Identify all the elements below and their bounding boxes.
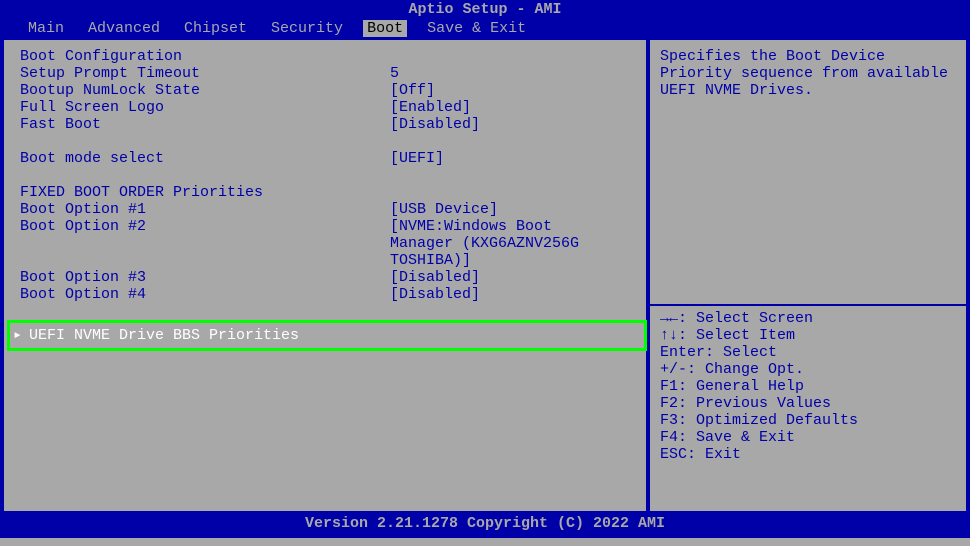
- config-row[interactable]: Fast Boot[Disabled]: [8, 116, 646, 133]
- key-hint: +/-: Change Opt.: [660, 361, 956, 378]
- key-hint: ESC: Exit: [660, 446, 956, 463]
- config-row[interactable]: Bootup NumLock State[Off]: [8, 82, 646, 99]
- config-value: 5: [390, 65, 634, 82]
- submenu-uefi-nvme-bbs[interactable]: ▸UEFI NVME Drive BBS Priorities: [7, 320, 647, 351]
- key-hint: F4: Save & Exit: [660, 429, 956, 446]
- left-panel: Boot ConfigurationSetup Prompt Timeout5B…: [0, 40, 648, 511]
- config-row: TOSHIBA)]: [8, 252, 646, 269]
- config-value: [Off]: [390, 82, 634, 99]
- key-hints: →←: Select Screen↑↓: Select ItemEnter: S…: [660, 302, 956, 463]
- key-hint: F1: General Help: [660, 378, 956, 395]
- config-label: Boot mode select: [20, 150, 390, 167]
- config-row[interactable]: Full Screen Logo[Enabled]: [8, 99, 646, 116]
- blank-row: [8, 303, 646, 320]
- help-text: Specifies the Boot Device Priority seque…: [660, 48, 956, 99]
- config-value: [UEFI]: [390, 150, 634, 167]
- config-label: Full Screen Logo: [20, 99, 390, 116]
- submenu-arrow-icon: ▸: [13, 327, 25, 344]
- menu-tab-chipset[interactable]: Chipset: [180, 20, 251, 37]
- config-value: [USB Device]: [390, 201, 634, 218]
- bios-root: Aptio Setup - AMI Main Advanced Chipset Sec…: [0, 0, 970, 546]
- footer-bar: Version 2.21.1278 Copyright (C) 2022 AMI: [0, 513, 970, 538]
- config-label: Fast Boot: [20, 116, 390, 133]
- menu-tab-boot[interactable]: Boot: [363, 20, 407, 37]
- key-hint: Enter: Select: [660, 344, 956, 361]
- section-header: FIXED BOOT ORDER Priorities: [8, 184, 646, 201]
- title-text: Aptio Setup - AMI: [408, 1, 561, 18]
- blank-row: [8, 133, 646, 150]
- key-hint: F2: Previous Values: [660, 395, 956, 412]
- help-divider: [650, 304, 966, 306]
- title-bar: Aptio Setup - AMI: [0, 0, 970, 19]
- config-label: Setup Prompt Timeout: [20, 65, 390, 82]
- config-label: [20, 235, 390, 252]
- config-row[interactable]: Boot Option #4[Disabled]: [8, 286, 646, 303]
- menu-tab-security[interactable]: Security: [267, 20, 347, 37]
- section-header: Boot Configuration: [8, 48, 646, 65]
- config-label: Boot Option #1: [20, 201, 390, 218]
- config-value: [Enabled]: [390, 99, 634, 116]
- footer-text: Version 2.21.1278 Copyright (C) 2022 AMI: [305, 515, 665, 532]
- config-label: Boot Option #2: [20, 218, 390, 235]
- config-row[interactable]: Boot Option #2[NVME:Windows Boot: [8, 218, 646, 235]
- config-label: Boot Option #3: [20, 269, 390, 286]
- config-value: [Disabled]: [390, 286, 634, 303]
- config-label: Boot Option #4: [20, 286, 390, 303]
- config-row: Manager (KXG6AZNV256G: [8, 235, 646, 252]
- main-area: Boot ConfigurationSetup Prompt Timeout5B…: [0, 38, 970, 513]
- key-hint: →←: Select Screen: [660, 310, 956, 327]
- menu-tab-main[interactable]: Main: [24, 20, 68, 37]
- key-hint: ↑↓: Select Item: [660, 327, 956, 344]
- submenu-label: UEFI NVME Drive BBS Priorities: [29, 327, 299, 344]
- config-row[interactable]: Boot mode select[UEFI]: [8, 150, 646, 167]
- right-panel: Specifies the Boot Device Priority seque…: [648, 40, 970, 511]
- config-row[interactable]: Setup Prompt Timeout5: [8, 65, 646, 82]
- config-row[interactable]: Boot Option #3[Disabled]: [8, 269, 646, 286]
- menu-bar: Main Advanced Chipset Security Boot Save & Ex…: [0, 19, 970, 38]
- config-row[interactable]: Boot Option #1[USB Device]: [8, 201, 646, 218]
- menu-tab-save-exit[interactable]: Save & Exit: [423, 20, 530, 37]
- config-value: [Disabled]: [390, 116, 634, 133]
- blank-row: [8, 167, 646, 184]
- config-label: Bootup NumLock State: [20, 82, 390, 99]
- config-value: Manager (KXG6AZNV256G: [390, 235, 634, 252]
- config-value: [Disabled]: [390, 269, 634, 286]
- config-value: TOSHIBA)]: [390, 252, 634, 269]
- menu-tab-advanced[interactable]: Advanced: [84, 20, 164, 37]
- config-value: [NVME:Windows Boot: [390, 218, 634, 235]
- key-hint: F3: Optimized Defaults: [660, 412, 956, 429]
- config-label: [20, 252, 390, 269]
